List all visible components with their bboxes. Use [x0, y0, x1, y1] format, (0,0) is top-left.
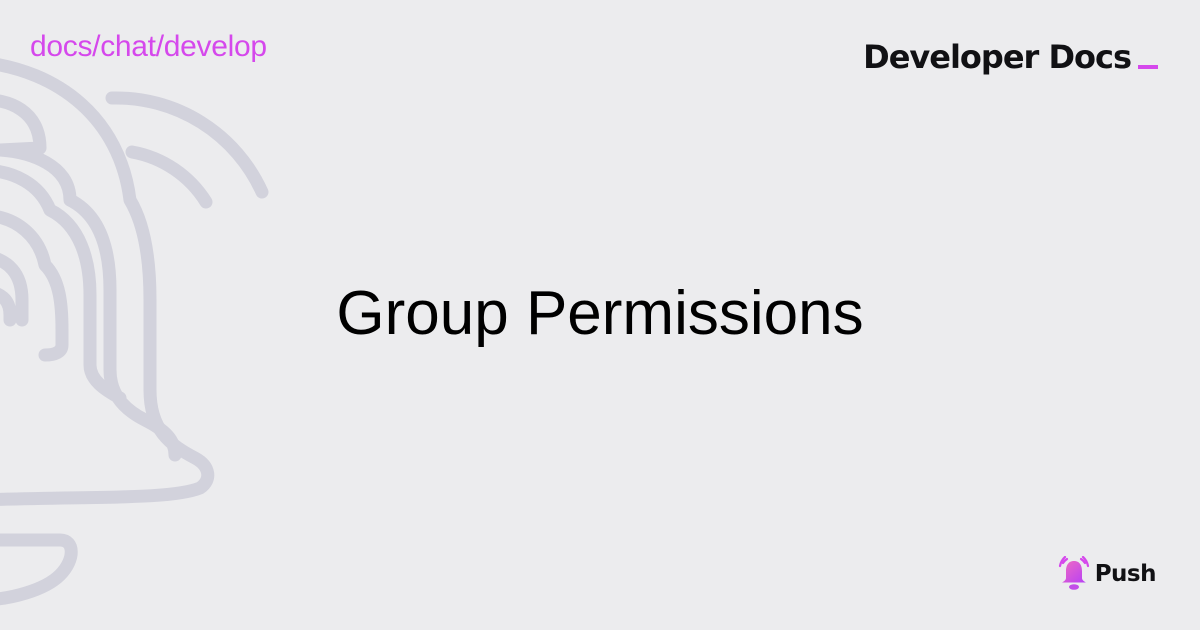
og-card: docs/chat/develop Developer Docs Group P… — [0, 0, 1200, 630]
push-bell-icon — [1058, 556, 1089, 590]
push-logo: Push — [1057, 556, 1157, 592]
page-title: Group Permissions — [336, 279, 864, 348]
breadcrumb[interactable]: docs/chat/develop — [30, 30, 267, 64]
developer-docs-title: Developer Docs — [863, 38, 1158, 76]
developer-docs-label: Developer Docs — [863, 38, 1132, 76]
cursor-bar-icon — [1138, 65, 1158, 69]
push-logo-text: Push — [1094, 561, 1157, 587]
